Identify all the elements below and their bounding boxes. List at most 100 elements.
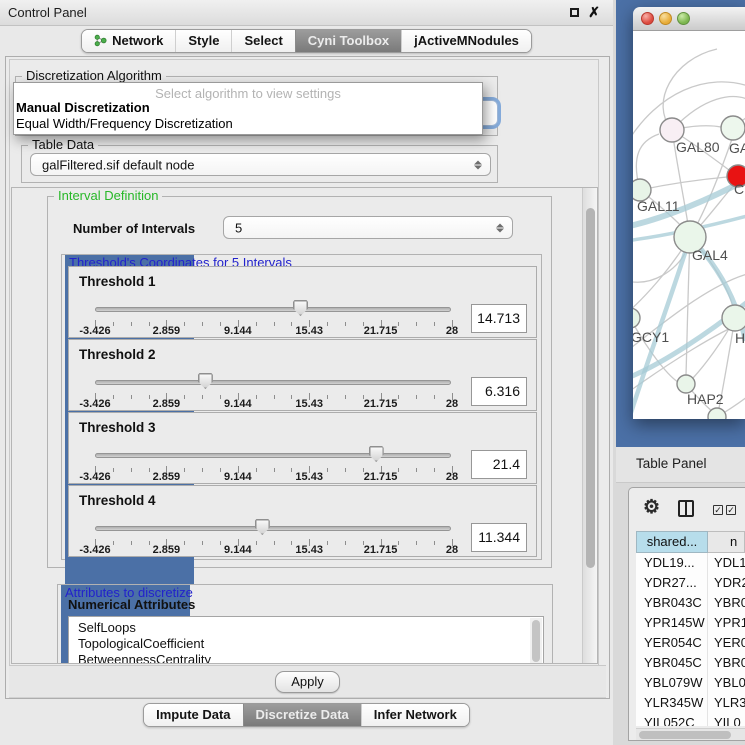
table-row[interactable]: YDL19...YDL1 xyxy=(636,553,745,573)
cell-name[interactable]: YER0 xyxy=(708,633,745,653)
panel-scrollbar-thumb[interactable] xyxy=(586,208,595,568)
table-row[interactable]: YLR345WYLR3 xyxy=(636,693,745,713)
cell-shared-name[interactable]: YLR345W xyxy=(636,693,708,713)
checkbox-checked-icon-2[interactable]: ✓ xyxy=(726,505,736,515)
number-of-intervals-value: 5 xyxy=(235,220,242,235)
tab-select[interactable]: Select xyxy=(231,30,294,52)
tab-infer-network-label: Infer Network xyxy=(374,707,457,722)
tab-network[interactable]: Network xyxy=(82,30,175,52)
zoom-traffic-light-icon[interactable] xyxy=(677,12,690,25)
checkbox-checked-icon-1[interactable]: ✓ xyxy=(713,505,723,515)
screenshot-root: Control Panel ✗ Network Style xyxy=(0,0,745,745)
threshold-2-slider-track[interactable] xyxy=(95,380,451,385)
table-row[interactable]: YDR27...YDR2 xyxy=(636,573,745,593)
network-desktop-area: GAL80GACGAL11GAL4HGCY1HAP2 xyxy=(616,0,745,447)
threshold-3-value-field[interactable]: 21.4 xyxy=(471,450,527,479)
cell-name[interactable]: YBR0 xyxy=(708,653,745,673)
minimize-traffic-light-icon[interactable] xyxy=(659,12,672,25)
cell-name[interactable]: YIL0 xyxy=(708,713,745,726)
network-node[interactable] xyxy=(721,116,745,140)
column-header-name[interactable]: n xyxy=(708,531,745,553)
table-row[interactable]: YPR145WYPR1 xyxy=(636,613,745,633)
list-item-topologicalcoefficient[interactable]: TopologicalCoefficient xyxy=(69,636,543,652)
cell-shared-name[interactable]: YBR045C xyxy=(636,653,708,673)
cell-shared-name[interactable]: YDR27... xyxy=(636,573,708,593)
tab-jactivemnodules[interactable]: jActiveMNodules xyxy=(401,30,531,52)
list-scrollbar[interactable] xyxy=(530,618,542,664)
threshold-2-value-field[interactable]: 6.316 xyxy=(471,377,527,406)
threshold-4-slider-thumb[interactable] xyxy=(255,519,270,535)
cell-name[interactable]: YBL0 xyxy=(708,673,745,693)
tab-infer-network[interactable]: Infer Network xyxy=(361,704,469,726)
slider-tick-labels: -3.4262.8599.14415.4321.71528 xyxy=(95,544,452,556)
network-node[interactable] xyxy=(633,308,640,328)
cell-name[interactable]: YLR3 xyxy=(708,693,745,713)
threshold-4-slider-track[interactable] xyxy=(95,526,451,531)
apply-button[interactable]: Apply xyxy=(275,671,340,693)
tab-impute-data[interactable]: Impute Data xyxy=(144,704,242,726)
number-of-intervals-label: Number of Intervals xyxy=(73,221,195,236)
table-horizontal-scrollbar[interactable] xyxy=(636,728,745,740)
close-icon[interactable]: ✗ xyxy=(588,4,600,20)
cell-shared-name[interactable]: YPR145W xyxy=(636,613,708,633)
apply-toolbar: Apply xyxy=(9,665,606,698)
network-node[interactable] xyxy=(722,305,745,331)
list-item-betweennesscentrality[interactable]: BetweennessCentrality xyxy=(69,652,543,664)
algorithm-dropdown-popup: Select algorithm to view settings Manual… xyxy=(13,82,483,135)
table-row[interactable]: YBR043CYBR0 xyxy=(636,593,745,613)
cell-name[interactable]: YPR1 xyxy=(708,613,745,633)
tab-discretize-data[interactable]: Discretize Data xyxy=(243,704,361,726)
table-scrollbar-thumb[interactable] xyxy=(639,731,731,739)
table-row[interactable]: YIL052CYIL0 xyxy=(636,713,745,726)
table-row[interactable]: YBL079WYBL0 xyxy=(636,673,745,693)
panel-scrollbar[interactable] xyxy=(582,188,597,663)
list-item-selfloops[interactable]: SelfLoops xyxy=(69,617,543,636)
float-window-icon[interactable] xyxy=(570,8,579,17)
slider-tick-labels: -3.4262.8599.14415.4321.71528 xyxy=(95,325,452,337)
cell-name[interactable]: YBR0 xyxy=(708,593,745,613)
tab-style[interactable]: Style xyxy=(175,30,231,52)
table-data-combobox[interactable]: galFiltered.sif default node xyxy=(30,153,491,176)
list-scrollbar-thumb[interactable] xyxy=(532,620,540,662)
number-of-intervals-combobox[interactable]: 5 xyxy=(223,216,513,239)
table-row[interactable]: YER054CYER0 xyxy=(636,633,745,653)
table-row[interactable]: YBR045CYBR0 xyxy=(636,653,745,673)
tab-segment: Network Style Select Cyni Toolbox jActiv… xyxy=(81,29,532,53)
cell-shared-name[interactable]: YBL079W xyxy=(636,673,708,693)
tab-segment: Impute Data Discretize Data Infer Networ… xyxy=(143,703,470,727)
cell-name[interactable]: YDL1 xyxy=(708,553,745,573)
threshold-3-slider-track[interactable] xyxy=(95,453,451,458)
threshold-1-value-field[interactable]: 14.713 xyxy=(471,304,527,333)
tab-network-label: Network xyxy=(112,33,163,48)
network-view-window: GAL80GACGAL11GAL4HGCY1HAP2 xyxy=(633,7,745,419)
threshold-4-value-field[interactable]: 11.344 xyxy=(471,523,527,552)
popup-item-equal-width-frequency[interactable]: Equal Width/Frequency Discretization xyxy=(14,116,482,132)
table-header-row: shared... n xyxy=(636,531,745,553)
popup-item-manual-discretization[interactable]: Manual Discretization xyxy=(14,100,482,116)
network-canvas[interactable]: GAL80GACGAL11GAL4HGCY1HAP2 xyxy=(633,31,745,419)
network-node-label: GAL11 xyxy=(637,198,680,214)
interval-definition-group: Interval Definition Number of Intervals … xyxy=(47,196,552,568)
settings-gear-icon[interactable]: ⚙ xyxy=(643,496,660,519)
column-header-shared-name[interactable]: shared... xyxy=(636,531,708,553)
cyni-bottom-tab-bar: Impute Data Discretize Data Infer Networ… xyxy=(0,703,613,727)
close-traffic-light-icon[interactable] xyxy=(641,12,654,25)
network-node[interactable] xyxy=(708,408,726,419)
threshold-2-slider-thumb[interactable] xyxy=(198,373,213,389)
column-layout-icon[interactable] xyxy=(678,500,694,517)
threshold-3-slider-thumb[interactable] xyxy=(369,446,384,462)
settings-scrollpane: Interval Definition Number of Intervals … xyxy=(11,187,598,664)
network-window-titlebar xyxy=(633,7,745,31)
tab-cyni-toolbox[interactable]: Cyni Toolbox xyxy=(295,30,401,52)
threshold-1-slider-track[interactable] xyxy=(95,307,451,312)
threshold-2-panel: Threshold 2 -3.4262.8599.14415.4321.7152… xyxy=(68,339,537,411)
table-data-group-title: Table Data xyxy=(28,137,98,152)
cell-shared-name[interactable]: YER054C xyxy=(636,633,708,653)
threshold-1-slider-thumb[interactable] xyxy=(293,300,308,316)
table-panel-toolbar: ⚙ ✓ ✓ xyxy=(629,488,745,530)
cell-shared-name[interactable]: YIL052C xyxy=(636,713,708,726)
cell-shared-name[interactable]: YDL19... xyxy=(636,553,708,573)
cell-name[interactable]: YDR2 xyxy=(708,573,745,593)
cell-shared-name[interactable]: YBR043C xyxy=(636,593,708,613)
table-data-group: Table Data galFiltered.sif default node xyxy=(21,145,498,183)
